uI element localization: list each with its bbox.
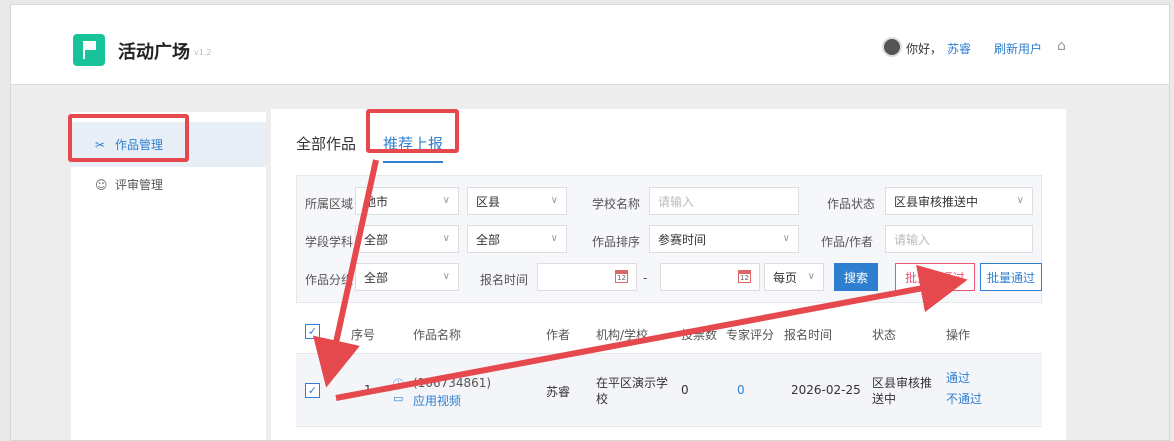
batch-reject-button[interactable]: 批量不通过 bbox=[895, 263, 975, 291]
group-select-value: 全部 bbox=[364, 270, 389, 285]
author-input[interactable]: 请输入 bbox=[885, 225, 1033, 253]
tab-all-works[interactable]: 全部作品 bbox=[296, 133, 356, 154]
flag-logo-icon bbox=[73, 34, 105, 66]
main-panel: 全部作品 推荐上报 所属区域 地市 ∨ 区县 ∨ 学校名称 请输入 作品状态 区县审… bbox=[271, 109, 1066, 440]
chevron-down-icon: ∨ bbox=[550, 233, 558, 244]
app-version: v1.2 bbox=[194, 48, 212, 57]
select-all-checkbox[interactable]: ✓ bbox=[305, 324, 320, 339]
work-id: (106734861) bbox=[413, 376, 492, 390]
calendar-icon: 12 bbox=[738, 270, 751, 283]
row-index: 1 bbox=[364, 383, 372, 397]
sidebar-item-review[interactable]: ☺ 评审管理 bbox=[71, 167, 266, 202]
date-separator: - bbox=[643, 271, 648, 285]
sidebar-item-label: 评审管理 bbox=[115, 178, 164, 192]
sort-select-value: 参赛时间 bbox=[658, 232, 707, 247]
table-row: ✓ 1 ⓘ ▭ (106734861) 应用视频 苏睿 在平区演示学校 0 0 … bbox=[296, 353, 1042, 427]
status-label: 作品状态 bbox=[827, 197, 876, 211]
filter-panel: 所属区域 地市 ∨ 区县 ∨ 学校名称 请输入 作品状态 区县审核推送中 ∨ 学段学科… bbox=[296, 175, 1042, 303]
row-checkbox[interactable]: ✓ bbox=[305, 383, 320, 398]
row-date: 2026-02-25 bbox=[791, 383, 861, 397]
pass-link[interactable]: 通过 bbox=[946, 369, 970, 386]
chevron-down-icon: ∨ bbox=[807, 271, 815, 282]
subject-select[interactable]: 全部 ∨ bbox=[467, 225, 567, 253]
username-link[interactable]: 苏睿 bbox=[947, 40, 971, 57]
chevron-down-icon: ∨ bbox=[442, 233, 450, 244]
group-label: 作品分组 bbox=[305, 273, 354, 287]
school-input[interactable]: 请输入 bbox=[649, 187, 799, 215]
date-label: 报名时间 bbox=[480, 273, 529, 287]
col-votes: 投票数 bbox=[681, 328, 718, 342]
greeting-text: 你好， bbox=[906, 42, 943, 56]
table-header: ✓ 序号 作品名称 作者 机构/学校 投票数 专家评分 报名时间 状态 操作 bbox=[296, 314, 1042, 352]
col-date: 报名时间 bbox=[784, 328, 833, 342]
search-button[interactable]: 搜索 bbox=[834, 263, 878, 291]
chevron-down-icon: ∨ bbox=[442, 195, 450, 206]
author-label: 作品/作者 bbox=[821, 235, 874, 249]
stage-label: 学段学科 bbox=[305, 235, 354, 249]
avatar[interactable] bbox=[882, 37, 902, 57]
subject-select-value: 全部 bbox=[476, 232, 501, 247]
status-select[interactable]: 区县审核推送中 ∨ bbox=[885, 187, 1033, 215]
batch-pass-button[interactable]: 批量通过 bbox=[980, 263, 1042, 291]
work-name-link[interactable]: 应用视频 bbox=[413, 392, 461, 409]
per-page-select[interactable]: 每页 ∨ bbox=[764, 263, 824, 291]
chevron-down-icon: ∨ bbox=[1016, 195, 1024, 206]
county-select[interactable]: 区县 ∨ bbox=[467, 187, 567, 215]
chevron-down-icon: ∨ bbox=[782, 233, 790, 244]
row-school: 在平区演示学校 bbox=[596, 376, 669, 406]
review-icon: ☺ bbox=[95, 177, 108, 192]
reject-link[interactable]: 不通过 bbox=[946, 390, 982, 407]
sort-label: 作品排序 bbox=[592, 235, 641, 249]
row-author: 苏睿 bbox=[546, 385, 571, 399]
group-select[interactable]: 全部 ∨ bbox=[355, 263, 459, 291]
chevron-down-icon: ∨ bbox=[550, 195, 558, 206]
stage-select[interactable]: 全部 ∨ bbox=[355, 225, 459, 253]
annotation-box-recommend bbox=[366, 109, 459, 153]
annotation-box-works bbox=[68, 114, 189, 162]
calendar-icon: 12 bbox=[615, 270, 628, 283]
city-select[interactable]: 地市 ∨ bbox=[355, 187, 459, 215]
active-tab-indicator bbox=[383, 161, 443, 163]
refresh-user-link[interactable]: 刷新用户 bbox=[994, 40, 1042, 57]
col-author: 作者 bbox=[546, 328, 571, 342]
date-end-input[interactable]: 12 bbox=[660, 263, 760, 291]
stage-select-value: 全部 bbox=[364, 232, 389, 247]
sort-select[interactable]: 参赛时间 ∨ bbox=[649, 225, 799, 253]
col-status: 状态 bbox=[872, 328, 897, 342]
col-index: 序号 bbox=[351, 328, 376, 342]
status-select-value: 区县审核推送中 bbox=[894, 194, 979, 209]
col-score: 专家评分 bbox=[726, 328, 775, 342]
book-icon: ▭ bbox=[393, 392, 404, 405]
col-work-name: 作品名称 bbox=[413, 328, 462, 342]
col-school: 机构/学校 bbox=[596, 328, 649, 342]
chevron-down-icon: ∨ bbox=[442, 271, 450, 282]
row-score[interactable]: 0 bbox=[737, 383, 745, 397]
info-icon: ⓘ bbox=[393, 378, 404, 391]
per-page-label: 每页 bbox=[773, 270, 798, 285]
school-label: 学校名称 bbox=[592, 197, 641, 211]
top-bar: 活动广场 v1.2 你好， 苏睿 刷新用户 ⌂ bbox=[11, 5, 1169, 85]
date-start-input[interactable]: 12 bbox=[537, 263, 637, 291]
col-action: 操作 bbox=[946, 328, 971, 342]
row-status: 区县审核推送中 bbox=[872, 376, 933, 406]
row-votes: 0 bbox=[681, 383, 689, 397]
home-icon[interactable]: ⌂ bbox=[1057, 38, 1073, 54]
app-window: 活动广场 v1.2 你好， 苏睿 刷新用户 ⌂ ✂ 作品管理 ☺ 评审管理 全部… bbox=[10, 4, 1170, 441]
area-label: 所属区域 bbox=[305, 197, 354, 211]
app-title: 活动广场 bbox=[118, 42, 190, 63]
city-select-value: 地市 bbox=[364, 194, 389, 209]
county-select-value: 区县 bbox=[476, 194, 501, 209]
